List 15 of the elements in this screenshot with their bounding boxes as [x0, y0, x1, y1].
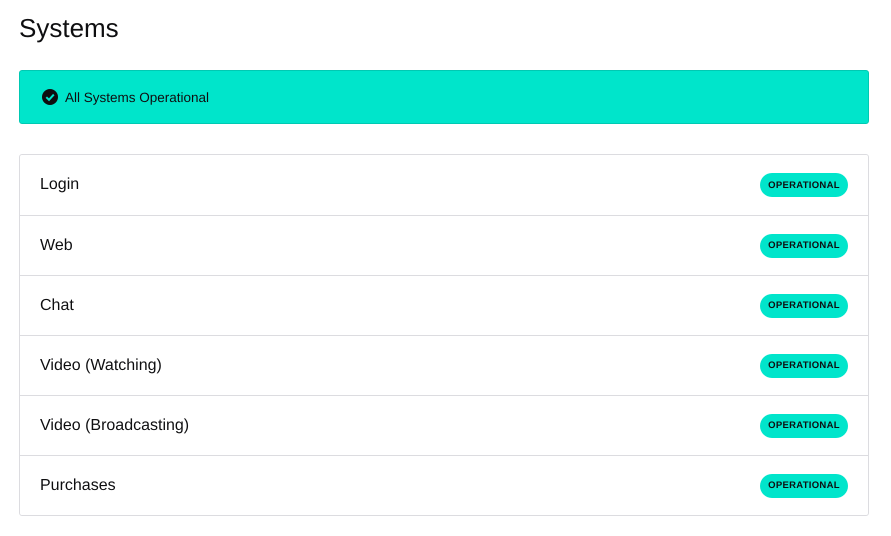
status-badge: OPERATIONAL: [760, 234, 848, 258]
system-name: Purchases: [40, 476, 116, 494]
system-name: Login: [40, 176, 80, 194]
banner-text: All Systems Operational: [65, 90, 210, 104]
status-badge: OPERATIONAL: [760, 294, 848, 318]
status-badge: OPERATIONAL: [760, 474, 848, 498]
system-name: Chat: [40, 296, 74, 314]
status-badge: OPERATIONAL: [760, 354, 848, 378]
system-name: Video (Broadcasting): [40, 416, 190, 434]
status-badge: OPERATIONAL: [760, 173, 848, 197]
status-badge: OPERATIONAL: [760, 414, 848, 438]
system-name: Video (Watching): [40, 356, 162, 374]
page-title: Systems: [19, 12, 120, 45]
check-circle-icon: [42, 89, 58, 105]
system-name: Web: [40, 236, 73, 254]
